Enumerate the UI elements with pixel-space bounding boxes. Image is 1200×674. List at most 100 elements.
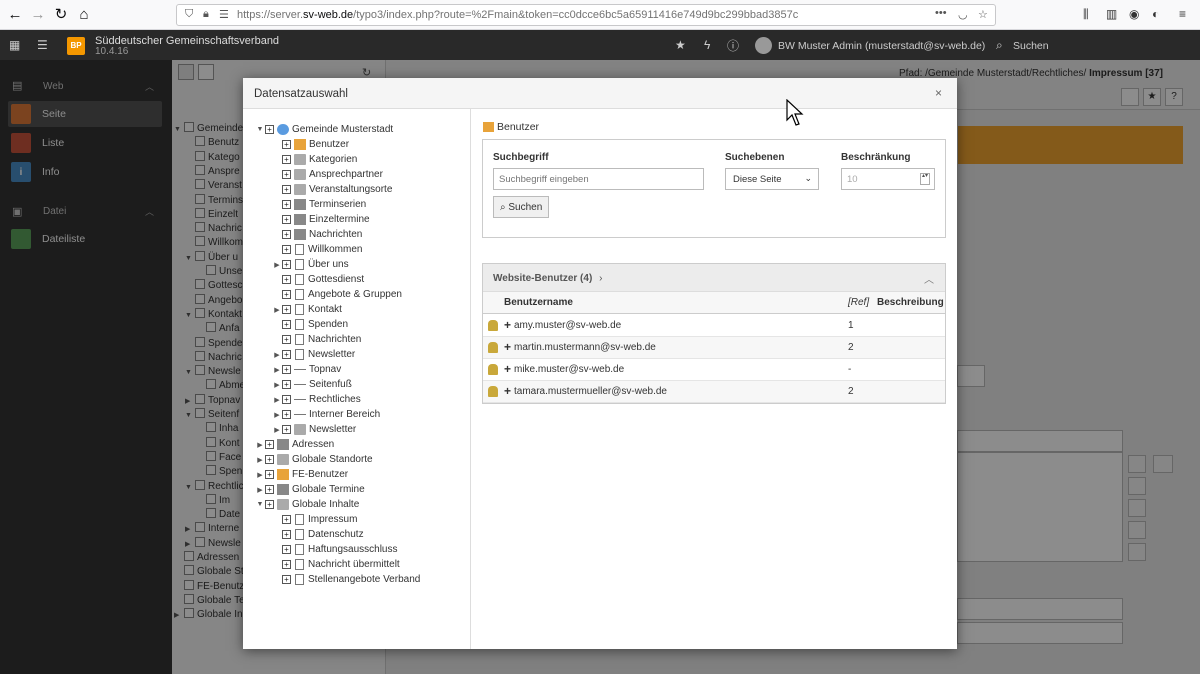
tree-node[interactable]: ▶ + Globale Termine — [255, 482, 365, 497]
add-icon[interactable]: + — [504, 318, 511, 332]
help-icon[interactable]: ⓘ — [727, 37, 739, 54]
flash-icon[interactable]: ϟ — [704, 38, 710, 52]
tree-toggle-icon[interactable]: ▶ — [255, 486, 265, 494]
username-link[interactable]: martin.mustermann@sv-web.de — [514, 342, 656, 353]
tree-toggle-icon[interactable]: ▶ — [272, 351, 282, 359]
add-record-icon[interactable]: + — [282, 395, 291, 404]
add-record-icon[interactable]: + — [282, 185, 291, 194]
add-record-icon[interactable]: + — [282, 425, 291, 434]
tree-node[interactable]: ▼ + Globale Inhalte — [255, 497, 359, 512]
tree-node[interactable]: ▼ + Gemeinde Musterstadt — [255, 122, 393, 137]
table-row[interactable]: + amy.muster@sv-web.de 1 — [483, 315, 945, 337]
limit-input[interactable]: 10 ▴▾ — [841, 168, 935, 190]
add-icon[interactable]: + — [504, 384, 511, 398]
col-username[interactable]: Benutzername — [504, 297, 573, 308]
col-description[interactable]: Beschreibung — [877, 297, 944, 308]
tree-node[interactable]: ▶ + Kontakt — [272, 302, 342, 317]
col-ref[interactable]: [Ref] — [848, 297, 869, 308]
search-toggle[interactable]: Suchen — [1013, 40, 1049, 52]
tree-node[interactable]: + Spenden — [272, 317, 348, 332]
tree-node[interactable]: ▶ + Rechtliches — [272, 392, 360, 407]
tree-node[interactable]: + Datenschutz — [272, 527, 364, 542]
tree-node[interactable]: ▶ + Interner Bereich — [272, 407, 380, 422]
username-link[interactable]: amy.muster@sv-web.de — [514, 320, 621, 331]
tree-node[interactable]: + Gottesdienst — [272, 272, 364, 287]
shield-icon[interactable]: ⛉ — [185, 8, 193, 21]
tree-node[interactable]: + Stellenangebote Verband — [272, 572, 420, 587]
add-record-icon[interactable]: + — [282, 380, 291, 389]
tree-node[interactable]: + Terminserien — [272, 197, 366, 212]
tree-toggle-icon[interactable]: ▶ — [272, 306, 282, 314]
tree-node[interactable]: + Nachrichten — [272, 227, 362, 242]
avatar[interactable] — [755, 37, 772, 54]
add-record-icon[interactable]: + — [282, 575, 291, 584]
table-row[interactable]: + tamara.mustermueller@sv-web.de 2 — [483, 381, 945, 403]
add-record-icon[interactable]: + — [282, 200, 291, 209]
account-icon[interactable]: ◉ — [1129, 7, 1139, 21]
tree-node[interactable]: + Kategorien — [272, 152, 357, 167]
tree-node[interactable]: + Benutzer — [272, 137, 349, 152]
tree-toggle-icon[interactable]: ▶ — [255, 441, 265, 449]
url-bar[interactable]: ⛉ 🔒︎ ☰ https://server.sv-web.de/typo3/in… — [176, 4, 996, 26]
add-record-icon[interactable]: + — [282, 530, 291, 539]
lock-icon[interactable]: 🔒︎ — [203, 8, 209, 21]
add-record-icon[interactable]: + — [282, 170, 291, 179]
sidebar-icon[interactable]: ▥ — [1106, 7, 1117, 21]
results-header[interactable]: Website-Benutzer (4) › ︿ — [483, 264, 945, 292]
menu-icon[interactable]: ≡ — [1179, 7, 1186, 21]
search-term-input[interactable] — [493, 168, 704, 190]
grid-icon[interactable]: ▦ — [9, 38, 20, 52]
close-icon[interactable]: × — [935, 86, 942, 100]
permissions-icon[interactable]: ☰ — [219, 8, 229, 21]
tree-node[interactable]: + Ansprechpartner — [272, 167, 383, 182]
tree-node[interactable]: + Nachricht übermittelt — [272, 557, 400, 572]
table-row[interactable]: + mike.muster@sv-web.de - — [483, 359, 945, 381]
tree-node[interactable]: + Willkommen — [272, 242, 362, 257]
add-record-icon[interactable]: + — [282, 305, 291, 314]
bookmarks-star-icon[interactable]: ★ — [675, 38, 686, 52]
tree-node[interactable]: + Veranstaltungsorte — [272, 182, 392, 197]
add-record-icon[interactable]: + — [265, 470, 274, 479]
stepper-icon[interactable]: ▴▾ — [920, 173, 930, 185]
search-levels-select[interactable]: Diese Seite ⌄ — [725, 168, 819, 190]
chevron-up-icon[interactable]: ︿ — [924, 271, 934, 286]
home-icon[interactable]: ⌂ — [74, 5, 94, 25]
add-record-icon[interactable]: + — [282, 245, 291, 254]
add-record-icon[interactable]: + — [282, 155, 291, 164]
add-record-icon[interactable]: + — [265, 485, 274, 494]
tree-node[interactable]: + Impressum — [272, 512, 357, 527]
add-record-icon[interactable]: + — [282, 515, 291, 524]
page-actions-icon[interactable]: ••• — [935, 7, 947, 19]
add-record-icon[interactable]: + — [282, 365, 291, 374]
tree-node[interactable]: ▶ + FE-Benutzer — [255, 467, 348, 482]
add-icon[interactable]: + — [504, 340, 511, 354]
add-record-icon[interactable]: + — [282, 335, 291, 344]
tree-toggle-icon[interactable]: ▼ — [255, 501, 265, 508]
back-icon[interactable]: ← — [5, 5, 25, 25]
add-icon[interactable]: + — [504, 362, 511, 376]
table-row[interactable]: + martin.mustermann@sv-web.de 2 — [483, 337, 945, 359]
search-icon[interactable]: ⌕ — [996, 38, 1003, 53]
add-record-icon[interactable]: + — [265, 125, 274, 134]
tree-node[interactable]: ▶ + Über uns — [272, 257, 349, 272]
user-menu[interactable]: BW Muster Admin (musterstadt@sv-web.de) — [778, 40, 985, 52]
list-toggle-icon[interactable]: ☰ — [37, 38, 48, 52]
library-icon[interactable]: ⫼ — [1083, 7, 1089, 22]
add-record-icon[interactable]: + — [265, 440, 274, 449]
tree-toggle-icon[interactable]: ▶ — [255, 471, 265, 479]
add-record-icon[interactable]: + — [282, 275, 291, 284]
extension-icon[interactable]: ◐ — [1152, 7, 1159, 21]
add-record-icon[interactable]: + — [265, 455, 274, 464]
tree-node[interactable]: + Einzeltermine — [272, 212, 370, 227]
tree-node[interactable]: + Angebote & Gruppen — [272, 287, 402, 302]
add-record-icon[interactable]: + — [282, 260, 291, 269]
tree-node[interactable]: ▶ + Globale Standorte — [255, 452, 373, 467]
tree-node[interactable]: + Nachrichten — [272, 332, 361, 347]
bookmark-star-icon[interactable]: ☆ — [978, 8, 988, 21]
username-link[interactable]: mike.muster@sv-web.de — [514, 364, 624, 375]
reload-icon[interactable]: ↻ — [51, 5, 71, 25]
tree-toggle-icon[interactable]: ▶ — [272, 411, 282, 419]
add-record-icon[interactable]: + — [282, 290, 291, 299]
tree-node[interactable]: ▶ + Topnav — [272, 362, 341, 377]
pocket-icon[interactable]: ◡ — [958, 8, 968, 21]
